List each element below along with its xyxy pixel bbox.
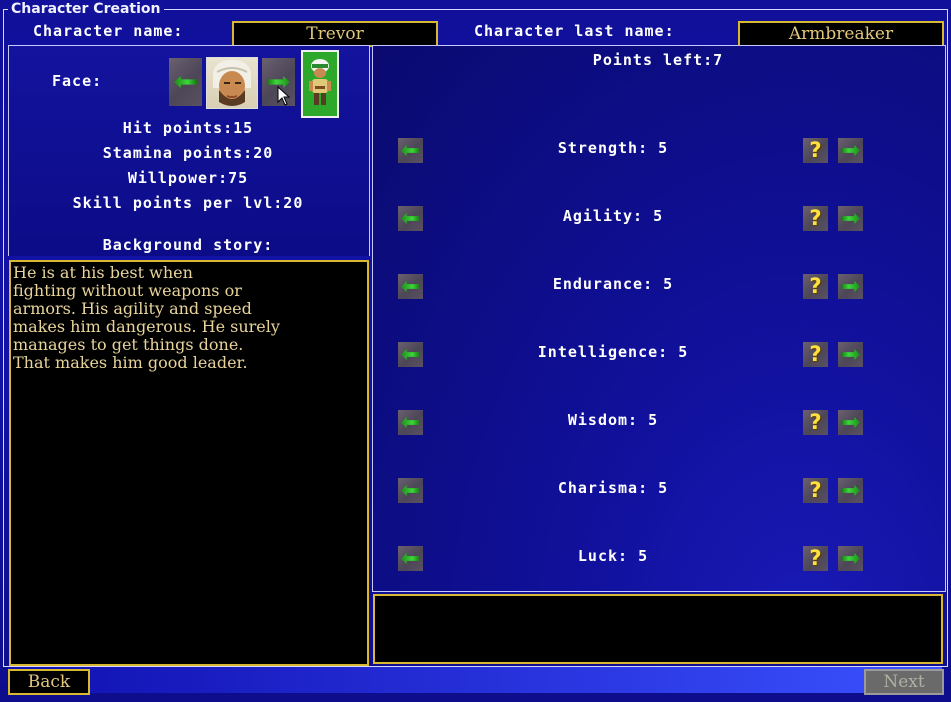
decrease-button[interactable] [398, 410, 423, 435]
arrow-right-icon [841, 213, 860, 224]
attribute-label: Strength: 5 [557, 139, 669, 157]
arrow-right-icon [841, 281, 860, 292]
arrow-right-icon [841, 349, 860, 360]
attributes-panel [372, 45, 946, 592]
attribute-label: Luck: 5 [577, 547, 649, 565]
points-left: Points left:7 [592, 51, 724, 69]
decrease-button[interactable] [398, 342, 423, 367]
arrow-right-icon [841, 553, 860, 564]
arrow-left-icon [401, 417, 420, 428]
last-name-input[interactable]: Armbreaker [738, 21, 944, 47]
help-icon[interactable]: ? [803, 342, 828, 367]
bottom-bar [8, 667, 942, 693]
help-icon[interactable]: ? [803, 410, 828, 435]
willpower: Willpower:75 [127, 169, 249, 187]
attribute-description-box [373, 594, 943, 664]
decrease-button[interactable] [398, 546, 423, 571]
character-sprite [301, 50, 339, 118]
help-icon[interactable]: ? [803, 478, 828, 503]
arrow-left-icon [401, 485, 420, 496]
first-name-input[interactable]: Trevor [232, 21, 438, 47]
increase-button[interactable] [838, 410, 863, 435]
help-icon[interactable]: ? [803, 274, 828, 299]
help-icon[interactable]: ? [803, 206, 828, 231]
face-portrait [206, 57, 258, 109]
background-story-label: Background story: [102, 236, 274, 254]
face-previous-button[interactable] [169, 58, 202, 106]
arrow-left-icon [401, 281, 420, 292]
arrow-left-icon [401, 553, 420, 564]
face-label: Face: [52, 72, 103, 90]
attribute-label: Agility: 5 [562, 207, 664, 225]
help-icon[interactable]: ? [803, 138, 828, 163]
arrow-right-icon [841, 145, 860, 156]
arrow-left-icon [401, 145, 420, 156]
decrease-button[interactable] [398, 206, 423, 231]
increase-button[interactable] [838, 342, 863, 367]
attribute-label: Charisma: 5 [557, 479, 669, 497]
increase-button[interactable] [838, 206, 863, 231]
arrow-right-icon [841, 417, 860, 428]
hit-points: Hit points:15 [122, 119, 254, 137]
next-button[interactable]: Next [864, 669, 944, 695]
increase-button[interactable] [838, 478, 863, 503]
last-name-label: Character last name: [474, 22, 675, 40]
skill-points-per-level: Skill points per lvl:20 [72, 194, 304, 212]
arrow-left-icon [401, 349, 420, 360]
first-name-label: Character name: [33, 22, 184, 40]
background-story-text: He is at his best when fighting without … [13, 263, 280, 372]
arrow-right-icon [841, 485, 860, 496]
attribute-label: Endurance: 5 [552, 275, 674, 293]
increase-button[interactable] [838, 138, 863, 163]
arrow-left-icon [401, 213, 420, 224]
decrease-button[interactable] [398, 478, 423, 503]
portrait-image-icon [213, 60, 251, 106]
back-button[interactable]: Back [8, 669, 90, 695]
increase-button[interactable] [838, 274, 863, 299]
increase-button[interactable] [838, 546, 863, 571]
decrease-button[interactable] [398, 274, 423, 299]
arrow-left-icon [174, 76, 197, 88]
character-sprite-icon [309, 59, 331, 105]
stamina-points: Stamina points:20 [102, 144, 274, 162]
window-title: Character Creation [8, 1, 164, 17]
help-icon[interactable]: ? [803, 546, 828, 571]
attribute-label: Intelligence: 5 [537, 343, 689, 361]
decrease-button[interactable] [398, 138, 423, 163]
attribute-label: Wisdom: 5 [567, 411, 659, 429]
